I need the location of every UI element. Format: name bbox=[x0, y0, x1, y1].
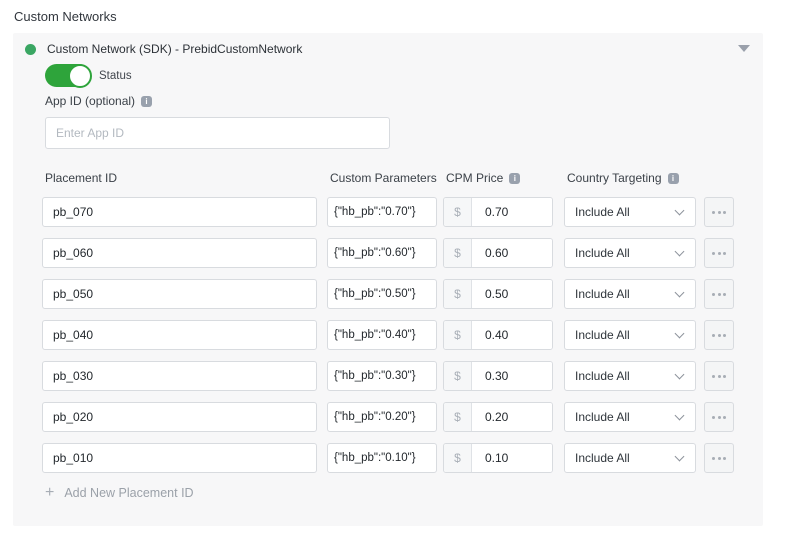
info-icon[interactable] bbox=[141, 96, 152, 107]
cpm-price-input[interactable] bbox=[472, 403, 552, 431]
custom-params-input[interactable] bbox=[327, 402, 437, 432]
chevron-down-icon bbox=[675, 287, 685, 297]
currency-symbol: $ bbox=[444, 321, 472, 349]
cpm-price-input[interactable] bbox=[472, 239, 552, 267]
placement-row: $ Include All bbox=[42, 238, 742, 268]
info-icon[interactable] bbox=[668, 173, 679, 184]
column-header-placement: Placement ID bbox=[42, 171, 327, 185]
custom-params-input[interactable] bbox=[327, 197, 437, 227]
cpm-price-input[interactable] bbox=[472, 280, 552, 308]
row-actions-button[interactable] bbox=[704, 320, 734, 350]
currency-symbol: $ bbox=[444, 280, 472, 308]
page-title: Custom Networks bbox=[14, 9, 117, 24]
add-placement-label: Add New Placement ID bbox=[64, 486, 193, 500]
network-name: Custom Network (SDK) - PrebidCustomNetwo… bbox=[47, 42, 302, 56]
column-header-params: Custom Parameters bbox=[327, 171, 443, 185]
collapse-chevron-icon[interactable] bbox=[738, 45, 750, 52]
status-row: Status bbox=[45, 64, 132, 87]
chevron-down-icon bbox=[675, 246, 685, 256]
currency-symbol: $ bbox=[444, 362, 472, 390]
network-status-dot-icon bbox=[25, 44, 36, 55]
placement-row: $ Include All bbox=[42, 443, 742, 473]
cpm-price-field: $ bbox=[443, 320, 553, 350]
plus-icon bbox=[45, 486, 54, 500]
placement-id-input[interactable] bbox=[42, 443, 317, 473]
country-select-value: Include All bbox=[575, 287, 630, 301]
placement-id-input[interactable] bbox=[42, 361, 317, 391]
country-targeting-select[interactable]: Include All bbox=[564, 361, 696, 391]
toggle-knob bbox=[68, 64, 92, 88]
network-header: Custom Network (SDK) - PrebidCustomNetwo… bbox=[25, 42, 302, 56]
placement-row: $ Include All bbox=[42, 402, 742, 432]
country-select-value: Include All bbox=[575, 205, 630, 219]
country-targeting-select[interactable]: Include All bbox=[564, 279, 696, 309]
currency-symbol: $ bbox=[444, 198, 472, 226]
cpm-price-field: $ bbox=[443, 443, 553, 473]
app-id-label: App ID (optional) bbox=[45, 94, 152, 108]
currency-symbol: $ bbox=[444, 444, 472, 472]
country-select-value: Include All bbox=[575, 328, 630, 342]
placement-id-input[interactable] bbox=[42, 320, 317, 350]
row-actions-button[interactable] bbox=[704, 279, 734, 309]
custom-params-input[interactable] bbox=[327, 279, 437, 309]
country-targeting-select[interactable]: Include All bbox=[564, 402, 696, 432]
column-header-cpm-text: CPM Price bbox=[446, 171, 503, 185]
country-select-value: Include All bbox=[575, 410, 630, 424]
row-actions-button[interactable] bbox=[704, 443, 734, 473]
cpm-price-field: $ bbox=[443, 402, 553, 432]
info-icon[interactable] bbox=[509, 173, 520, 184]
cpm-price-input[interactable] bbox=[472, 321, 552, 349]
status-label: Status bbox=[99, 70, 132, 82]
status-toggle[interactable] bbox=[45, 64, 91, 87]
column-header-params-text: Custom Parameters bbox=[330, 171, 437, 185]
country-targeting-select[interactable]: Include All bbox=[564, 320, 696, 350]
row-actions-button[interactable] bbox=[704, 238, 734, 268]
placement-id-input[interactable] bbox=[42, 402, 317, 432]
placements-grid: Placement ID Custom Parameters CPM Price… bbox=[42, 171, 742, 484]
currency-symbol: $ bbox=[444, 239, 472, 267]
custom-network-panel: Custom Network (SDK) - PrebidCustomNetwo… bbox=[13, 33, 763, 526]
placement-row: $ Include All bbox=[42, 279, 742, 309]
placement-row: $ Include All bbox=[42, 197, 742, 227]
chevron-down-icon bbox=[675, 369, 685, 379]
placement-row: $ Include All bbox=[42, 361, 742, 391]
placement-id-input[interactable] bbox=[42, 279, 317, 309]
country-select-value: Include All bbox=[575, 246, 630, 260]
cpm-price-field: $ bbox=[443, 197, 553, 227]
add-placement-button[interactable]: Add New Placement ID bbox=[45, 486, 194, 500]
app-id-input[interactable] bbox=[45, 117, 390, 149]
chevron-down-icon bbox=[675, 451, 685, 461]
column-header-country: Country Targeting bbox=[564, 171, 704, 185]
app-id-label-text: App ID (optional) bbox=[45, 94, 135, 108]
row-actions-button[interactable] bbox=[704, 197, 734, 227]
cpm-price-field: $ bbox=[443, 361, 553, 391]
column-headers: Placement ID Custom Parameters CPM Price… bbox=[42, 171, 742, 185]
column-header-cpm: CPM Price bbox=[443, 171, 564, 185]
country-targeting-select[interactable]: Include All bbox=[564, 443, 696, 473]
chevron-down-icon bbox=[675, 205, 685, 215]
country-targeting-select[interactable]: Include All bbox=[564, 238, 696, 268]
custom-params-input[interactable] bbox=[327, 238, 437, 268]
country-targeting-select[interactable]: Include All bbox=[564, 197, 696, 227]
country-select-value: Include All bbox=[575, 369, 630, 383]
cpm-price-field: $ bbox=[443, 238, 553, 268]
cpm-price-input[interactable] bbox=[472, 198, 552, 226]
custom-params-input[interactable] bbox=[327, 443, 437, 473]
row-actions-button[interactable] bbox=[704, 361, 734, 391]
column-header-placement-text: Placement ID bbox=[45, 171, 117, 185]
row-actions-button[interactable] bbox=[704, 402, 734, 432]
custom-params-input[interactable] bbox=[327, 361, 437, 391]
column-header-country-text: Country Targeting bbox=[567, 171, 662, 185]
placement-id-input[interactable] bbox=[42, 238, 317, 268]
cpm-price-field: $ bbox=[443, 279, 553, 309]
country-select-value: Include All bbox=[575, 451, 630, 465]
placement-id-input[interactable] bbox=[42, 197, 317, 227]
custom-params-input[interactable] bbox=[327, 320, 437, 350]
cpm-price-input[interactable] bbox=[472, 362, 552, 390]
placement-row: $ Include All bbox=[42, 320, 742, 350]
chevron-down-icon bbox=[675, 328, 685, 338]
currency-symbol: $ bbox=[444, 403, 472, 431]
chevron-down-icon bbox=[675, 410, 685, 420]
cpm-price-input[interactable] bbox=[472, 444, 552, 472]
